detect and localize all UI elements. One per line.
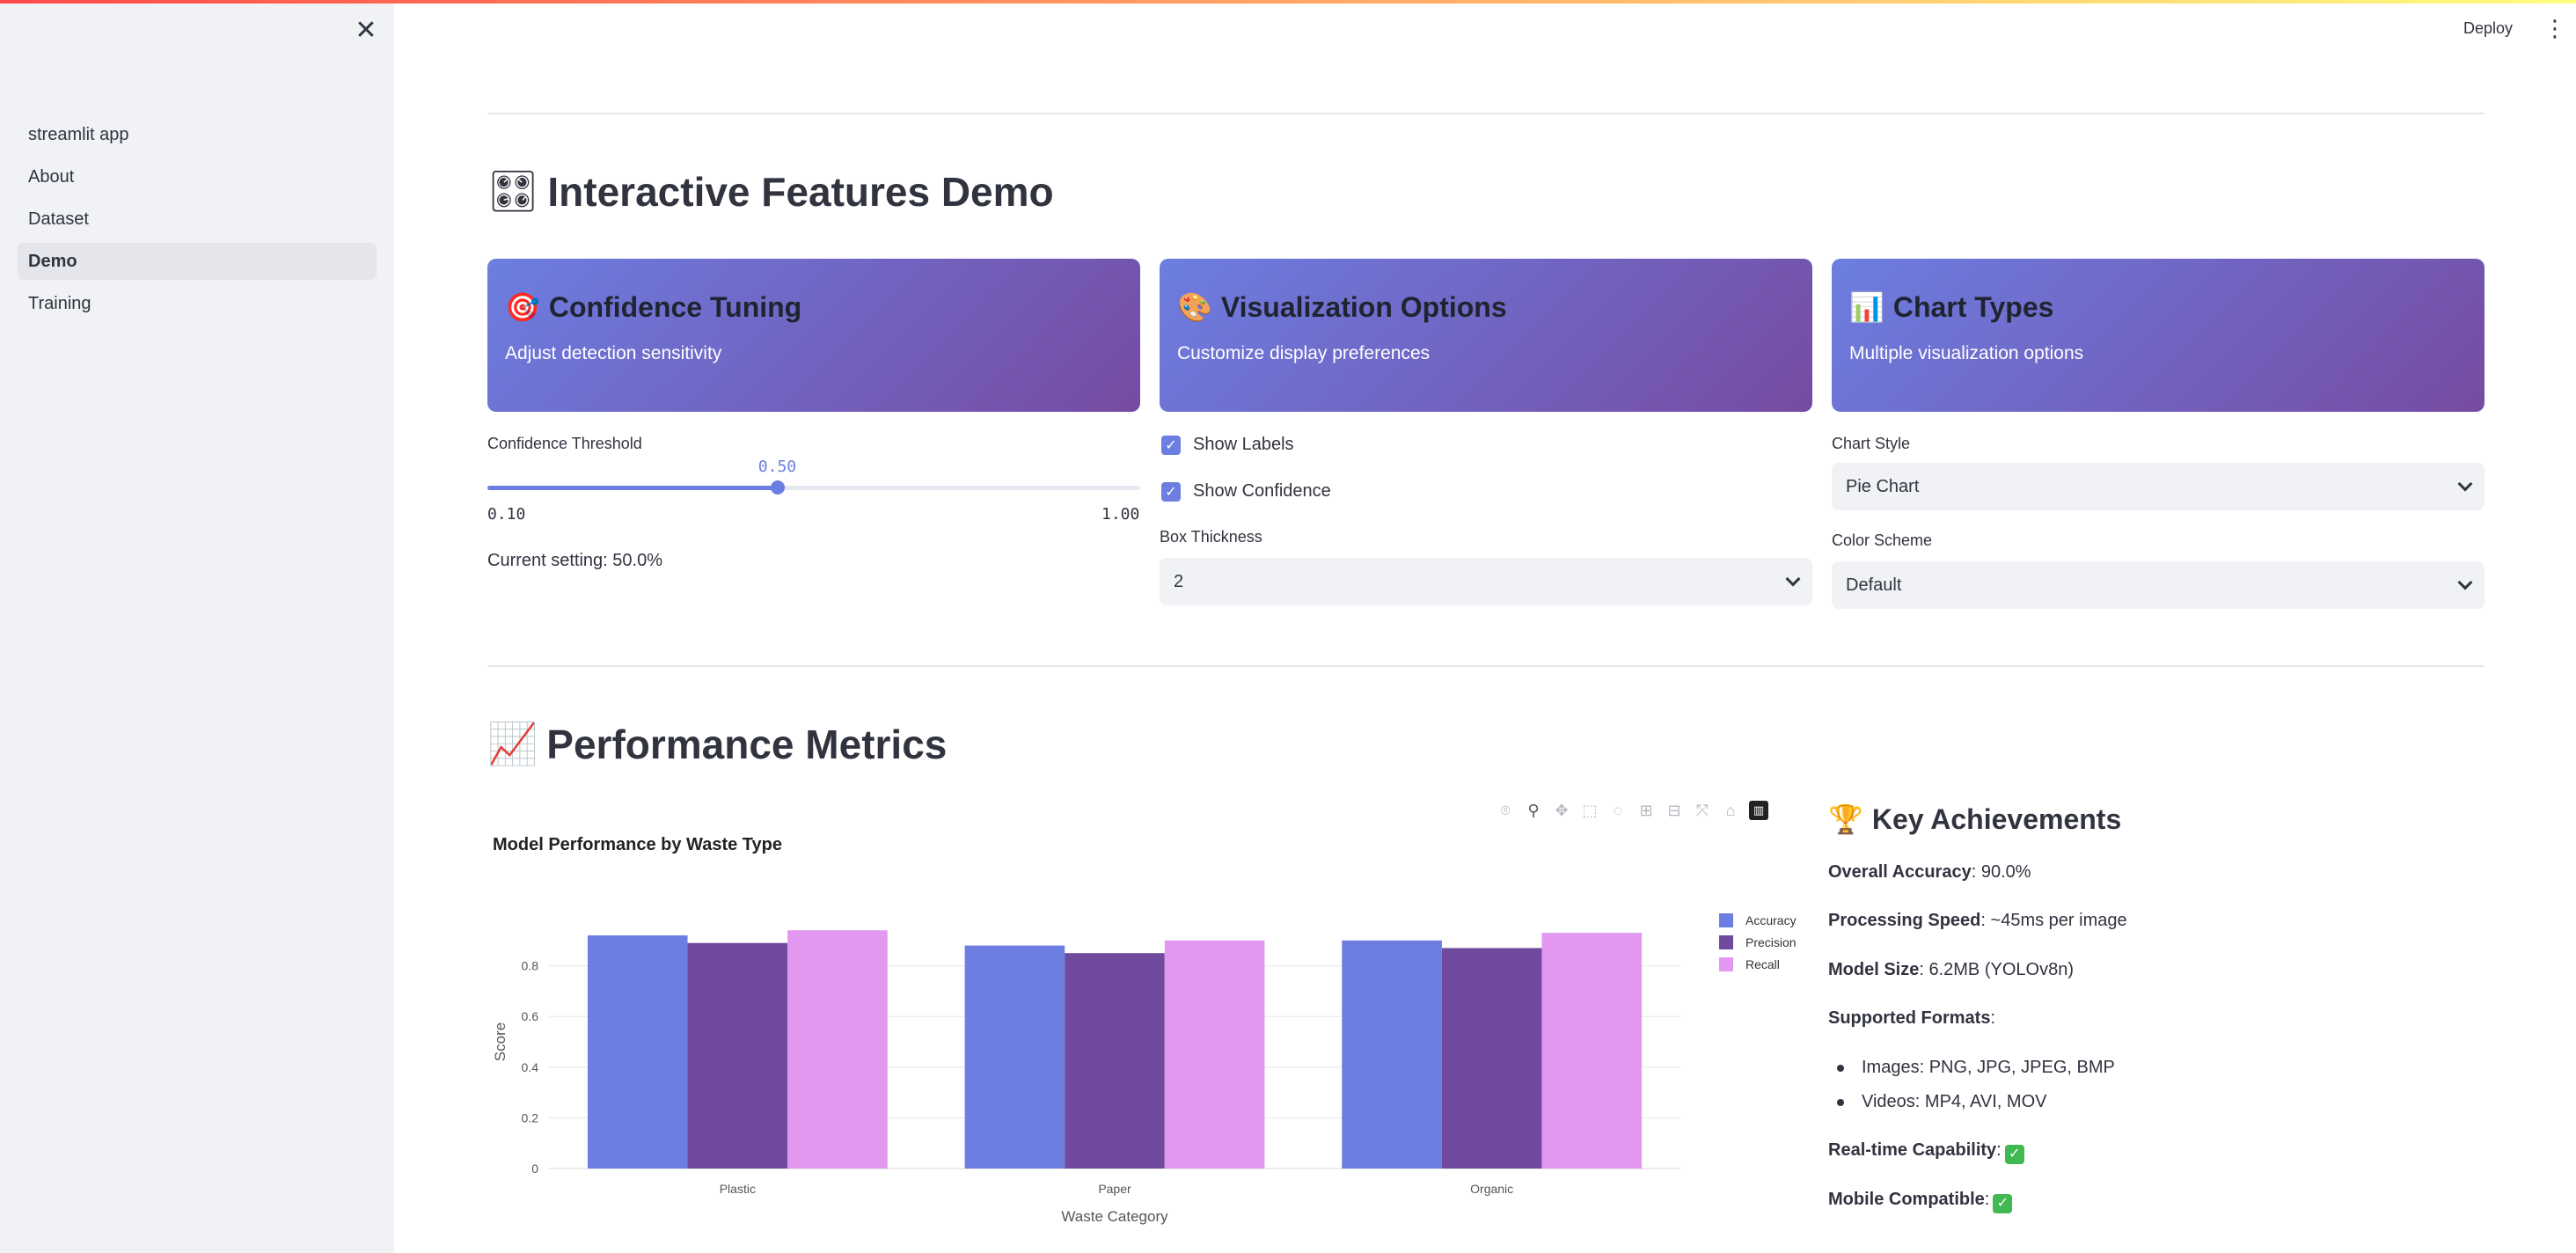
sidebar-item-dataset[interactable]: Dataset — [18, 201, 377, 238]
top-accent-bar — [0, 0, 2576, 4]
legend-label: Accuracy — [1745, 913, 1797, 927]
y-tick-label: 0 — [531, 1161, 538, 1176]
card-title: Visualization Options — [1220, 290, 1507, 323]
accuracy-line: Overall Accuracy: 90.0% — [1828, 862, 2031, 882]
confidence-slider[interactable] — [487, 480, 1140, 495]
bar-accuracy-organic — [1342, 940, 1442, 1169]
bar-recall-organic — [1541, 933, 1643, 1169]
main-menu-icon[interactable]: ⋮ — [2543, 14, 2566, 42]
y-tick-label: 0.2 — [522, 1110, 539, 1125]
color-scheme-label: Color Scheme — [1832, 531, 1933, 549]
legend-swatch — [1719, 913, 1733, 927]
sidebar-item-about[interactable]: About — [18, 158, 377, 195]
slider-value: 0.50 — [757, 458, 797, 476]
x-tick-label: Organic — [1470, 1182, 1513, 1196]
chart-style-select[interactable]: Pie Chart — [1832, 463, 2485, 510]
bar-accuracy-paper — [964, 945, 1065, 1169]
achievements-title: 🏆 Key Achievements — [1828, 802, 2122, 836]
bar-precision-plastic — [687, 942, 788, 1169]
card-chart-types: 📊 Chart Types Multiple visualization opti… — [1832, 259, 2485, 412]
color-scheme-select[interactable]: Default — [1832, 561, 2485, 609]
divider — [487, 113, 2485, 114]
y-tick-label: 0.4 — [522, 1060, 539, 1074]
legend-swatch — [1719, 957, 1733, 971]
divider — [487, 665, 2485, 667]
x-tick-label: Plastic — [720, 1182, 756, 1196]
bar-precision-paper — [1065, 953, 1165, 1169]
show-labels-checkbox[interactable]: ✓ Show Labels — [1161, 435, 1294, 455]
check-mark-icon: ✓ — [1993, 1194, 2013, 1213]
card-confidence-tuning: 🎯 Confidence Tuning Adjust detection sens… — [487, 259, 1140, 412]
slider-thumb[interactable] — [770, 480, 785, 495]
check-mark-icon: ✓ — [2004, 1145, 2024, 1164]
bar-precision-organic — [1441, 948, 1542, 1169]
trophy-icon: 🏆 — [1828, 802, 1863, 836]
card-title: Confidence Tuning — [548, 290, 802, 323]
chart-increasing-icon: 📈 — [487, 720, 538, 767]
deploy-button[interactable]: Deploy — [2463, 14, 2513, 42]
target-icon: 🎯 — [505, 290, 540, 324]
card-visualization-options: 🎨 Visualization Options Customize display… — [1160, 259, 1812, 412]
bar-recall-paper — [1164, 940, 1265, 1169]
mobile-line: Mobile Compatible: ✓ — [1828, 1190, 2013, 1213]
x-tick-label: Paper — [1098, 1182, 1131, 1196]
box-thickness-select[interactable]: 2 — [1160, 558, 1812, 605]
control-knobs-icon: 🎛 — [487, 167, 539, 215]
y-tick-label: 0.8 — [522, 959, 539, 973]
chart-style-label: Chart Style — [1832, 435, 1911, 452]
y-tick-label: 0.6 — [522, 1009, 539, 1023]
sidebar: ✕ streamlit app About Dataset Demo Train… — [0, 0, 394, 1253]
slider-max: 1.00 — [1101, 505, 1140, 524]
card-desc: Multiple visualization options — [1849, 343, 2084, 363]
show-confidence-checkbox[interactable]: ✓ Show Confidence — [1161, 481, 1331, 502]
performance-title: 📈 Performance Metrics — [487, 720, 948, 767]
realtime-line: Real-time Capability: ✓ — [1828, 1140, 2024, 1164]
sidebar-item-streamlit-app[interactable]: streamlit app — [18, 116, 377, 153]
sidebar-item-demo[interactable]: Demo — [18, 243, 377, 280]
chevron-down-icon — [1785, 571, 1801, 587]
performance-chart: Model Performance by Waste Type 0 0.2 0.4 0.… — [492, 835, 1797, 1225]
list-item: Videos: MP4, AVI, MOV — [1837, 1092, 2046, 1112]
sidebar-nav: streamlit app About Dataset Demo Trainin… — [18, 116, 377, 327]
slider-fill — [487, 486, 778, 490]
features-title: 🎛 Interactive Features Demo — [487, 167, 1054, 215]
legend-swatch — [1719, 935, 1733, 949]
chevron-down-icon — [2457, 476, 2473, 492]
confidence-label: Confidence Threshold — [487, 435, 642, 452]
legend-label: Precision — [1745, 935, 1797, 949]
card-desc: Adjust detection sensitivity — [505, 343, 722, 363]
chart-title: Model Performance by Waste Type — [493, 835, 782, 854]
sidebar-item-training[interactable]: Training — [18, 285, 377, 322]
card-title: Chart Types — [1892, 290, 2054, 323]
list-item: Images: PNG, JPG, JPEG, BMP — [1837, 1058, 2115, 1078]
box-thickness-label: Box Thickness — [1160, 528, 1262, 546]
check-icon: ✓ — [1161, 481, 1181, 502]
formats-line: Supported Formats: — [1828, 1008, 1996, 1028]
slider-min: 0.10 — [487, 505, 526, 524]
legend-label: Recall — [1745, 957, 1780, 971]
x-axis-label: Waste Category — [1061, 1208, 1168, 1225]
bar-recall-plastic — [787, 930, 888, 1169]
card-desc: Customize display preferences — [1177, 343, 1431, 363]
palette-icon: 🎨 — [1177, 290, 1212, 324]
close-sidebar-icon[interactable]: ✕ — [352, 16, 380, 45]
check-icon: ✓ — [1161, 435, 1181, 455]
bar-chart-icon: 📊 — [1849, 290, 1884, 324]
size-line: Model Size: 6.2MB (YOLOv8n) — [1828, 960, 2074, 979]
current-setting: Current setting: 50.0% — [487, 551, 662, 570]
bar-accuracy-plastic — [587, 935, 688, 1169]
y-axis-label: Score — [492, 1022, 509, 1061]
speed-line: Processing Speed: ~45ms per image — [1828, 911, 2127, 930]
chevron-down-icon — [2457, 575, 2473, 590]
